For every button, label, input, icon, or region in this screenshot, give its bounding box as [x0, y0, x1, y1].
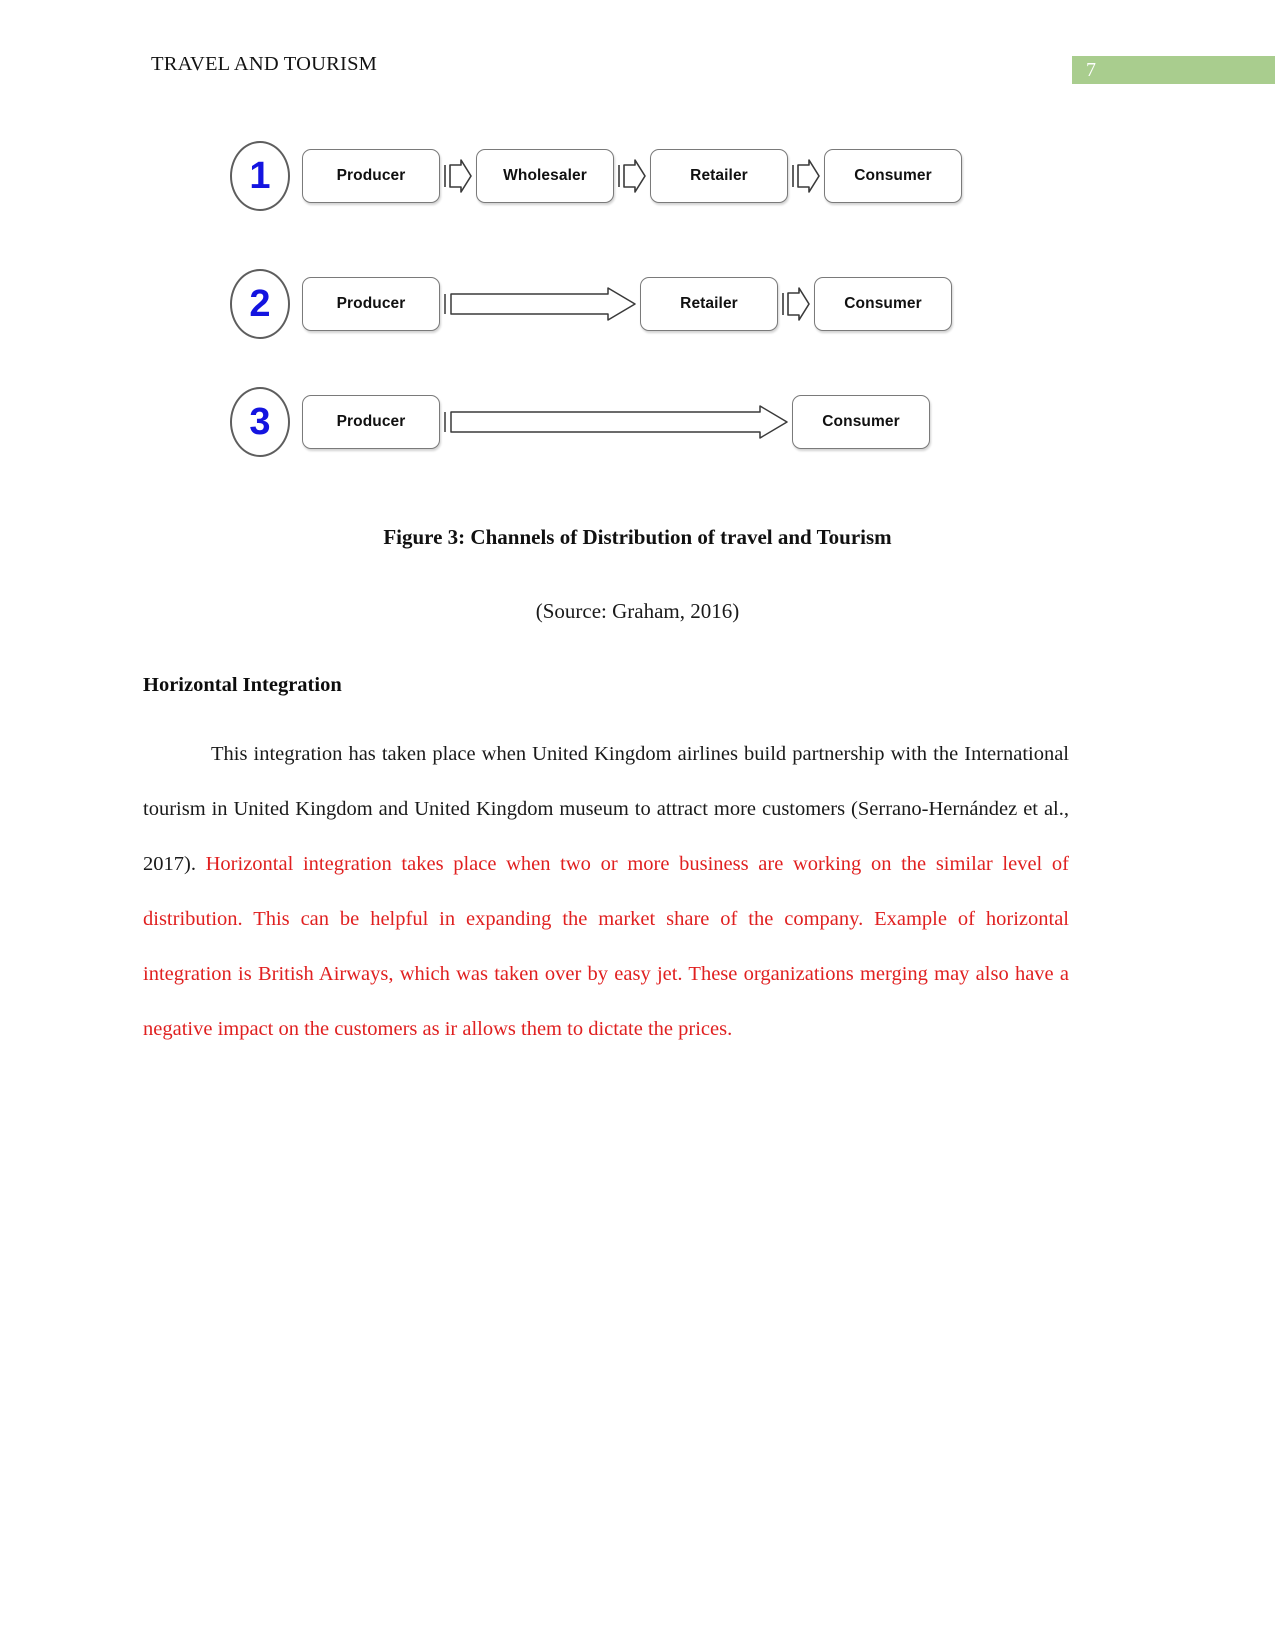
node-label: Retailer	[680, 295, 738, 312]
node-producer-row1: Producer	[302, 149, 440, 203]
step-number-label: 3	[249, 401, 271, 443]
node-label: Consumer	[822, 413, 900, 430]
node-wholesaler-row1: Wholesaler	[476, 149, 614, 203]
diagram-row-3: 3 Producer Consumer	[230, 386, 975, 458]
node-label: Producer	[336, 413, 406, 430]
figure-source-citation: (Source: Graham, 2016)	[535, 599, 740, 623]
distribution-channels-diagram: 1 Producer Wholesaler Retailer Consumer …	[230, 128, 975, 478]
step-number-label: 2	[249, 283, 271, 325]
node-producer-row3: Producer	[302, 395, 440, 449]
node-retailer-row2: Retailer	[640, 277, 778, 331]
step-number-circle-3: 3	[230, 387, 290, 457]
node-retailer-row1: Retailer	[650, 149, 788, 203]
figure-caption: Figure 3: Channels of Distribution of tr…	[383, 525, 892, 549]
node-consumer-row1: Consumer	[824, 149, 962, 203]
body-paragraph: This integration has taken place when Un…	[143, 727, 1069, 1057]
node-label: Retailer	[690, 167, 748, 184]
node-label: Producer	[336, 295, 406, 312]
chevron-arrow-icon	[615, 156, 649, 196]
diagram-row-2: 2 Producer Retailer Consumer	[230, 268, 975, 340]
step-number-circle-2: 2	[230, 269, 290, 339]
paragraph-text-red: Horizontal integration takes place when …	[143, 853, 1069, 1040]
node-label: Wholesaler	[503, 167, 587, 184]
node-consumer-row2: Consumer	[814, 277, 952, 331]
node-producer-row2: Producer	[302, 277, 440, 331]
page-content: Horizontal Integration This integration …	[143, 672, 1069, 1057]
node-label: Producer	[336, 167, 406, 184]
node-label: Consumer	[854, 167, 932, 184]
long-arrow-icon	[440, 402, 792, 442]
chevron-arrow-icon	[779, 284, 813, 324]
node-label: Consumer	[844, 295, 922, 312]
diagram-row-1: 1 Producer Wholesaler Retailer Consumer	[230, 140, 975, 212]
step-number-circle-1: 1	[230, 141, 290, 211]
page-number: 7	[1086, 59, 1096, 81]
page-header: TRAVEL AND TOURISM 7	[0, 0, 1275, 100]
chevron-arrow-icon	[789, 156, 823, 196]
long-arrow-icon	[440, 284, 640, 324]
node-consumer-row3: Consumer	[792, 395, 930, 449]
step-number-label: 1	[249, 155, 271, 197]
document-title: TRAVEL AND TOURISM	[151, 53, 378, 75]
chevron-arrow-icon	[441, 156, 475, 196]
page-number-badge: 7	[1072, 56, 1275, 84]
section-heading-horizontal-integration: Horizontal Integration	[143, 674, 342, 696]
